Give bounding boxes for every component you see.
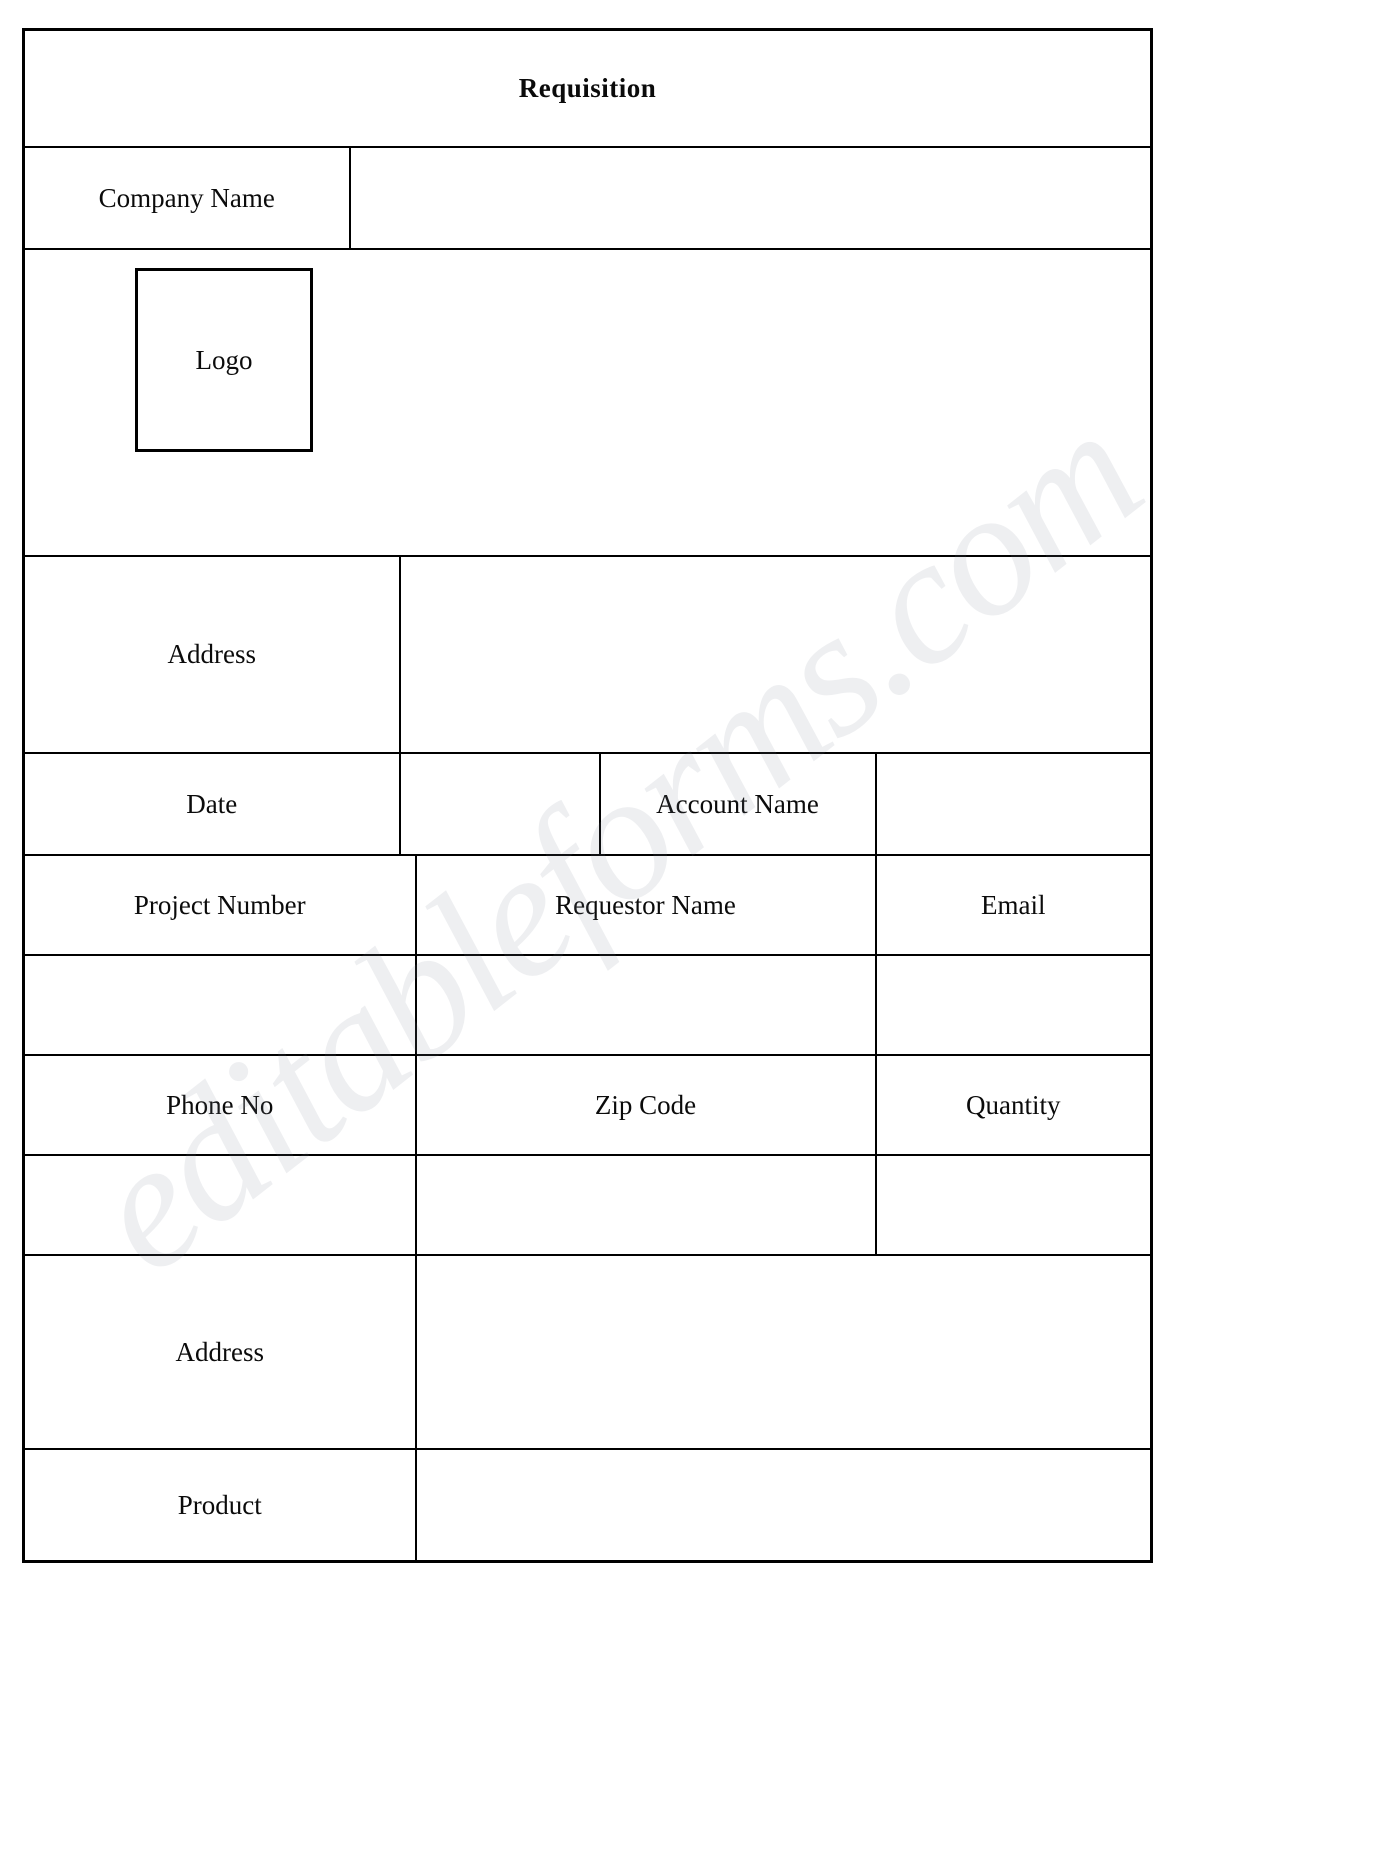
logo-row: Logo: [22, 248, 1153, 557]
date-label: Date: [22, 752, 401, 856]
address-top-field[interactable]: [398, 555, 1153, 754]
address-bottom-field[interactable]: [414, 1254, 1153, 1450]
page-title: Requisition: [22, 28, 1153, 148]
zip-code-field[interactable]: [414, 1154, 877, 1256]
form-table: Requisition Company Name Logo Address Da…: [22, 28, 1154, 1563]
account-name-label: Account Name: [598, 752, 877, 856]
phone-no-field[interactable]: [22, 1154, 417, 1256]
company-name-label: Company Name: [22, 146, 351, 250]
logo-area: Logo: [22, 248, 1153, 557]
contact-values-row: [22, 1154, 1153, 1256]
address-top-label: Address: [22, 555, 401, 754]
company-name-row: Company Name: [22, 146, 1153, 250]
logo-placeholder-box[interactable]: Logo: [135, 268, 313, 452]
product-row: Product: [22, 1448, 1153, 1563]
product-field[interactable]: [414, 1448, 1153, 1563]
zip-code-label: Zip Code: [414, 1054, 877, 1156]
project-header-row: Project Number Requestor Name Email: [22, 854, 1153, 956]
product-label: Product: [22, 1448, 417, 1563]
company-name-field[interactable]: [348, 146, 1153, 250]
project-number-label: Project Number: [22, 854, 417, 956]
contact-header-row: Phone No Zip Code Quantity: [22, 1054, 1153, 1156]
account-name-field[interactable]: [874, 752, 1153, 856]
email-field[interactable]: [874, 954, 1153, 1056]
title-row: Requisition: [22, 28, 1153, 148]
requisition-form: Requisition Company Name Logo Address Da…: [22, 28, 1154, 1563]
quantity-field[interactable]: [874, 1154, 1153, 1256]
logo-wrap: Logo: [25, 250, 1150, 555]
date-field[interactable]: [398, 752, 601, 856]
quantity-label: Quantity: [874, 1054, 1153, 1156]
email-label: Email: [874, 854, 1153, 956]
requestor-name-field[interactable]: [414, 954, 877, 1056]
requestor-name-label: Requestor Name: [414, 854, 877, 956]
address-bottom-label: Address: [22, 1254, 417, 1450]
address-top-row: Address: [22, 555, 1153, 754]
date-account-row: Date Account Name: [22, 752, 1153, 856]
project-number-field[interactable]: [22, 954, 417, 1056]
phone-no-label: Phone No: [22, 1054, 417, 1156]
project-values-row: [22, 954, 1153, 1056]
address-bottom-row: Address: [22, 1254, 1153, 1450]
